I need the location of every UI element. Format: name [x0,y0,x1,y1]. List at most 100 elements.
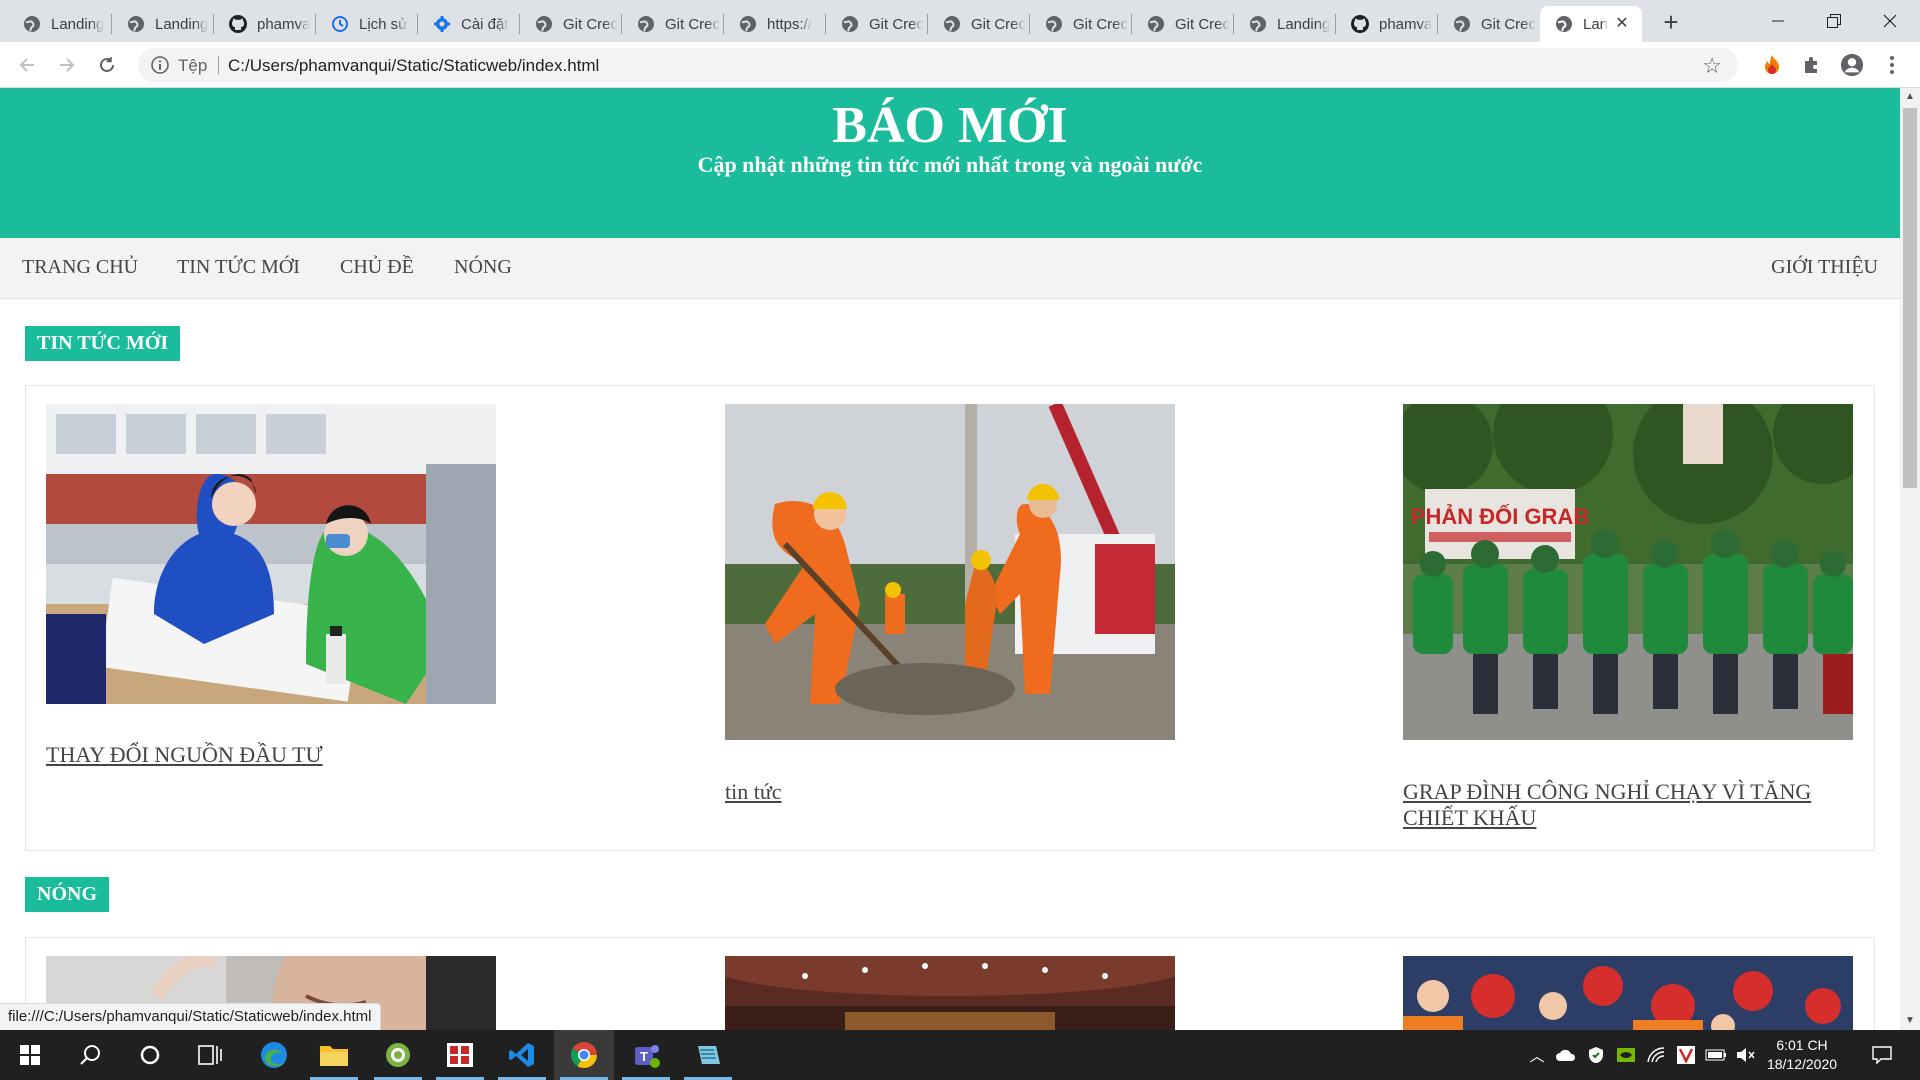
antivirus-v-icon[interactable] [1673,1030,1699,1080]
flame-extension-icon[interactable] [1760,53,1784,77]
browser-tab[interactable]: Landing [112,6,214,42]
file-explorer-icon[interactable] [304,1030,364,1080]
chrome-icon[interactable] [554,1030,614,1080]
new-tab-button[interactable]: + [1656,8,1686,38]
browser-toolbar: Tệp C:/Users/phamvanqui/Static/Staticweb… [0,42,1920,88]
info-icon[interactable] [150,55,170,75]
link-status-bubble: file:///C:/Users/phamvanqui/Static/Stati… [0,1003,381,1030]
tab-title: Git Crec [665,15,721,33]
nav-gioi-thieu[interactable]: GIỚI THIỆU [1771,256,1878,279]
top-navigation: TRANG CHỦ TIN TỨC MỚI CHỦ ĐỀ NÓNG GIỚI T… [0,238,1900,299]
site-subtitle: Cập nhật những tin tức mới nhất trong và… [697,152,1203,177]
browser-tab[interactable]: Git Crec [622,6,724,42]
battery-icon[interactable] [1703,1030,1729,1080]
news-title-link[interactable]: THAY ĐỔI NGUỒN ĐẦU TƯ [46,742,506,768]
scrollbar-thumb[interactable] [1903,108,1917,488]
tab-title: Git Crec [1175,15,1231,33]
browser-tab[interactable]: Git Crec [1132,6,1234,42]
globe-icon [1248,14,1268,34]
back-button[interactable] [12,50,42,80]
vscode-icon[interactable] [492,1030,552,1080]
news-image-grab-protest[interactable]: PHẢN ĐỐI GRAB [1403,404,1853,740]
taskbar-clock[interactable]: 6:01 CH 18/12/2020 [1756,1036,1848,1074]
tab-title: Lan [1583,15,1609,33]
url-text[interactable]: C:/Users/phamvanqui/Static/Staticweb/ind… [228,56,599,76]
nvidia-icon[interactable] [1613,1030,1639,1080]
nav-chu-de[interactable]: CHỦ ĐỀ [340,256,414,279]
github-icon [228,14,248,34]
browser-tab[interactable]: Lịch sử [316,6,418,42]
forward-button[interactable] [52,50,82,80]
teams-icon[interactable]: T [616,1030,676,1080]
nav-trang-chu[interactable]: TRANG CHỦ [22,256,138,279]
profile-avatar-icon[interactable] [1840,53,1864,77]
edge-browser-icon[interactable] [244,1030,304,1080]
coc-coc-icon[interactable] [368,1030,428,1080]
cortana-icon[interactable] [120,1030,180,1080]
banner-text: PHẢN ĐỐI GRAB [1411,503,1589,529]
globe-icon [22,14,42,34]
restore-button[interactable] [1804,0,1864,42]
browser-tab[interactable]: Git Crec [826,6,928,42]
news-image-bank-counter[interactable] [46,404,496,704]
svg-text:T: T [640,1049,648,1064]
scroll-down-icon[interactable]: ▼ [1905,1016,1915,1026]
clock-time: 6:01 CH [1776,1037,1828,1053]
browser-tab[interactable]: Landing [1234,6,1336,42]
news-title-link[interactable]: GRAP ĐÌNH CÔNG NGHỈ CHẠY VÌ TĂNG CHIẾT K… [1403,779,1873,831]
close-tab-icon[interactable]: ✕ [1612,14,1632,34]
section-label-nong: NÓNG [25,877,109,912]
office-app-icon[interactable] [430,1030,490,1080]
browser-tab[interactable]: Git Crec [1030,6,1132,42]
tab-title: Lịch sử [359,15,409,33]
browser-tab[interactable]: Git Crec [520,6,622,42]
site-title: BÁO MỚI [832,97,1068,154]
start-button[interactable] [0,1030,60,1080]
globe-icon [1554,14,1574,34]
windows-taskbar: T ︿ 6:01 CH 18/12/2020 [0,1030,1920,1080]
browser-tab[interactable]: Git Crec [928,6,1030,42]
section-label-tin-tuc-moi: TIN TỨC MỚI [25,326,181,361]
close-window-button[interactable] [1860,0,1920,42]
news-image-electric-workers[interactable] [725,404,1175,740]
globe-icon [1044,14,1064,34]
browser-tab-active[interactable]: Lan ✕ [1540,6,1642,42]
notification-center-icon[interactable] [1862,1030,1902,1080]
onedrive-icon[interactable] [1553,1030,1579,1080]
gear-icon [432,14,452,34]
search-icon[interactable] [60,1030,120,1080]
browser-tab[interactable]: Git Crec [1438,6,1540,42]
tray-overflow-icon[interactable]: ︿ [1524,1030,1550,1080]
browser-tab[interactable]: phamva [1336,6,1438,42]
tab-title: Landing [51,15,105,33]
tab-title: Landing [155,15,209,33]
extensions-puzzle-icon[interactable] [1800,53,1824,77]
wifi-icon[interactable] [1643,1030,1669,1080]
news-image-conference-hall[interactable] [725,956,1175,1030]
browser-tab[interactable]: phamva [214,6,316,42]
task-view-icon[interactable] [180,1030,240,1080]
browser-tab[interactable]: https:// [724,6,826,42]
browser-tab[interactable]: Landing [8,6,112,42]
scroll-up-icon[interactable]: ▲ [1905,92,1915,102]
notepad-app-icon[interactable] [678,1030,738,1080]
tab-title: Git Crec [1073,15,1129,33]
nav-nong[interactable]: NÓNG [454,256,512,279]
page-scrollbar[interactable]: ▲ ▼ [1900,88,1920,1030]
clock-date: 18/12/2020 [1766,1056,1838,1072]
site-header: BÁO MỚI Cập nhật những tin tức mới nhất … [0,88,1900,238]
address-bar[interactable]: Tệp C:/Users/phamvanqui/Static/Staticweb… [138,48,1738,82]
menu-kebab-icon[interactable] [1880,53,1904,77]
browser-tab[interactable]: Cài đặt [418,6,520,42]
news-title-link[interactable]: tin tức [725,779,1185,805]
news-image-rescue-crowd[interactable] [1403,956,1853,1030]
globe-icon [738,14,758,34]
tab-title: Git Crec [563,15,619,33]
globe-icon [1146,14,1166,34]
nav-tin-tuc-moi[interactable]: TIN TỨC MỚI [177,256,300,279]
reload-button[interactable] [92,50,122,80]
scheme-label: Tệp [178,56,208,75]
defender-shield-icon[interactable] [1583,1030,1609,1080]
minimize-button[interactable] [1748,0,1808,42]
bookmark-star-icon[interactable]: ☆ [1702,53,1722,79]
